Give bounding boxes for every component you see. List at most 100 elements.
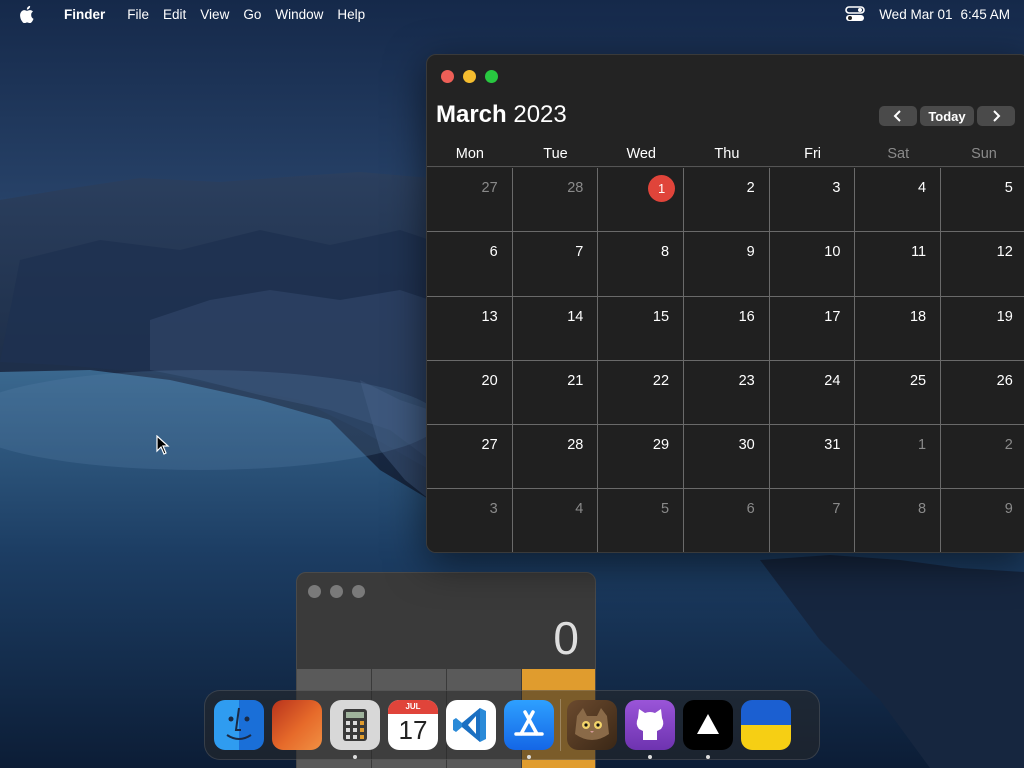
day-number: 2	[1004, 437, 1013, 454]
calendar-navigation: Today	[879, 106, 1015, 126]
window-controls	[308, 585, 365, 598]
calendar-day[interactable]: 17	[769, 296, 856, 361]
calendar-day[interactable]: 9	[941, 489, 1024, 552]
calendar-day[interactable]: 3	[427, 489, 513, 552]
menubar-time[interactable]: 6:45 AM	[960, 7, 1010, 22]
finder-icon[interactable]	[214, 700, 264, 750]
calendar-day[interactable]: 9	[684, 232, 770, 297]
day-number: 17	[824, 308, 841, 325]
calendar-day[interactable]: 5	[598, 489, 685, 552]
calendar-day[interactable]: 31	[769, 425, 856, 490]
day-number: 10	[824, 244, 841, 261]
day-number: 4	[575, 501, 584, 518]
day-number: 7	[832, 501, 841, 518]
menu-file[interactable]: File	[127, 7, 149, 22]
menu-view[interactable]: View	[200, 7, 229, 22]
calendar-day[interactable]: 22	[598, 360, 685, 426]
vscode-icon[interactable]	[446, 700, 496, 750]
calendar-day[interactable]: 27	[427, 425, 513, 490]
calendar-day[interactable]: 8	[598, 232, 685, 297]
calendar-day[interactable]: 1	[855, 425, 942, 490]
day-number: 16	[738, 308, 755, 325]
day-number: 6	[489, 244, 498, 261]
calendar-day[interactable]: 4	[512, 489, 599, 552]
calendar-day[interactable]: 3	[769, 168, 856, 233]
ukraine-flag-icon[interactable]	[741, 700, 791, 750]
menu-bar: Finder File Edit View Go Window Help Wed…	[0, 0, 1024, 28]
menu-window[interactable]: Window	[275, 7, 323, 22]
calendar-day[interactable]: 2	[684, 168, 770, 233]
calendar-year: 2023	[513, 101, 567, 128]
today-button[interactable]: Today	[920, 106, 974, 126]
calendar-day[interactable]: 27	[427, 168, 513, 233]
running-indicator	[527, 755, 531, 759]
calendar-day-today[interactable]: 1	[598, 168, 685, 233]
photos-icon[interactable]	[272, 700, 322, 750]
cat-app-icon[interactable]	[567, 700, 617, 750]
minimize-button[interactable]	[463, 70, 476, 83]
calendar-day[interactable]: 10	[769, 232, 856, 297]
day-number: 8	[918, 501, 927, 518]
day-number: 14	[567, 308, 584, 325]
minimize-button[interactable]	[330, 585, 343, 598]
day-number: 13	[481, 308, 498, 325]
day-number: 29	[652, 437, 670, 454]
calendar-day[interactable]: 28	[512, 425, 599, 490]
calendar-day[interactable]: 4	[855, 168, 942, 233]
day-number: 4	[918, 180, 927, 196]
menu-go[interactable]: Go	[243, 7, 261, 22]
active-app-name[interactable]: Finder	[64, 7, 105, 22]
calendar-day[interactable]: 26	[941, 360, 1024, 426]
triangle-app-icon[interactable]	[683, 700, 733, 759]
day-number: 11	[911, 244, 927, 261]
calendar-day[interactable]: 23	[684, 360, 770, 426]
dock: JUL 17	[204, 690, 820, 760]
calendar-day[interactable]: 28	[512, 168, 599, 233]
calendar-day[interactable]: 7	[769, 489, 856, 552]
calendar-day[interactable]: 11	[855, 232, 942, 297]
menu-edit[interactable]: Edit	[163, 7, 186, 22]
control-center-icon[interactable]	[845, 6, 865, 22]
calendar-day[interactable]: 29	[598, 425, 685, 490]
calendar-day[interactable]: 21	[512, 360, 599, 426]
calendar-day[interactable]: 8	[855, 489, 942, 552]
calendar-day[interactable]: 12	[941, 232, 1024, 297]
day-number: 9	[746, 244, 755, 261]
calendar-day[interactable]: 5	[941, 168, 1024, 233]
day-number: 5	[660, 501, 670, 518]
calendar-window: March 2023 Today Mon Tue Wed Thu Fri Sat…	[426, 54, 1024, 553]
calendar-day[interactable]: 30	[684, 425, 770, 490]
calendar-day[interactable]: 15	[598, 296, 685, 361]
close-button[interactable]	[308, 585, 321, 598]
calendar-day[interactable]: 18	[855, 296, 942, 361]
previous-month-button[interactable]	[879, 106, 917, 126]
calendar-icon[interactable]: JUL 17	[388, 700, 438, 750]
calendar-day[interactable]: 14	[512, 296, 599, 361]
apple-menu-icon[interactable]	[20, 5, 38, 23]
day-number: 27	[481, 180, 498, 196]
github-desktop-icon[interactable]	[625, 700, 675, 759]
day-number: 8	[660, 244, 670, 261]
calendar-day[interactable]: 20	[427, 360, 513, 426]
calendar-day[interactable]: 2	[941, 425, 1024, 490]
calendar-day[interactable]: 6	[427, 232, 513, 297]
day-number: 28	[567, 180, 584, 196]
calendar-day[interactable]: 6	[684, 489, 770, 552]
calendar-day[interactable]: 16	[684, 296, 770, 361]
calendar-day[interactable]: 19	[941, 296, 1024, 361]
menubar-date[interactable]: Wed Mar 01	[879, 7, 952, 22]
weekday-label: Fri	[804, 146, 822, 162]
menu-help[interactable]: Help	[337, 7, 365, 22]
calendar-day[interactable]: 7	[512, 232, 599, 297]
app-store-icon[interactable]	[504, 700, 554, 759]
day-number: 20	[481, 372, 498, 389]
zoom-button[interactable]	[352, 585, 365, 598]
weekday-label: Tue	[543, 146, 568, 162]
next-month-button[interactable]	[977, 106, 1015, 126]
calendar-day[interactable]: 25	[855, 360, 942, 426]
calculator-icon[interactable]	[330, 700, 380, 759]
calendar-day[interactable]: 13	[427, 296, 513, 361]
zoom-button[interactable]	[485, 70, 498, 83]
close-button[interactable]	[441, 70, 454, 83]
calendar-day[interactable]: 24	[769, 360, 856, 426]
